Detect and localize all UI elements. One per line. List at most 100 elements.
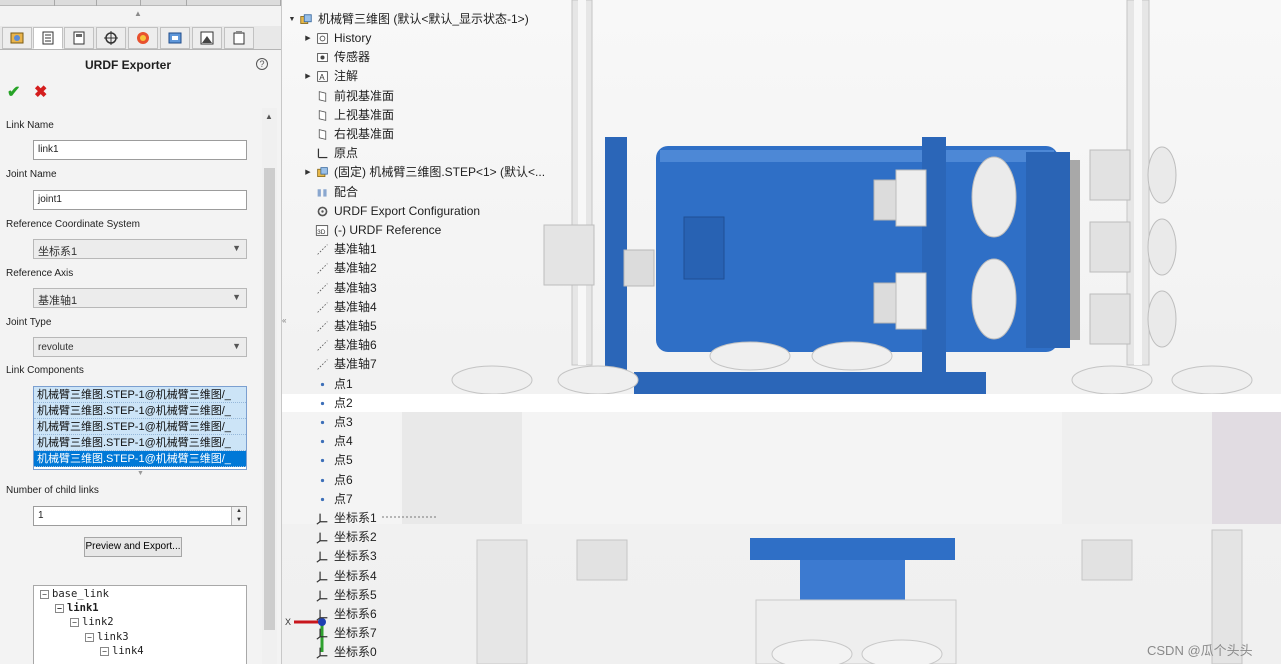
tree-item[interactable]: 基准轴2 [302, 259, 377, 278]
tree-item[interactable]: 坐标系2 [302, 528, 377, 547]
tree-node-link4[interactable]: − link4 [100, 644, 144, 658]
resize-grip-icon[interactable]: ▼ [137, 470, 144, 477]
tree-item[interactable]: 坐标系6 [302, 605, 377, 624]
tree-item-label: 坐标系2 [334, 530, 377, 545]
tree-item-label: 坐标系1 [334, 511, 377, 525]
preview-and-export-button[interactable]: Preview and Export... [84, 537, 182, 557]
reference-axis-select[interactable]: 基准轴1 ▼ [33, 288, 247, 308]
tree-item-label: 基准轴7 [334, 357, 377, 372]
link-components-list[interactable]: 机械臂三维图.STEP-1@机械臂三维图/_ 机械臂三维图.STEP-1@机械臂… [33, 386, 247, 470]
scrollbar-thumb[interactable] [264, 168, 275, 630]
ok-button[interactable]: ✔ [7, 82, 20, 102]
child-links-stepper[interactable]: 1 ▲ ▼ [33, 506, 247, 526]
collapse-box-icon[interactable]: − [100, 646, 109, 656]
plane-icon [314, 88, 330, 104]
tree-item[interactable]: 配合 [302, 183, 358, 202]
tree-item[interactable]: 基准轴6 [302, 336, 377, 355]
configuration-manager-tab-icon[interactable] [96, 27, 126, 49]
collapse-box-icon[interactable]: − [70, 617, 79, 627]
tree-item[interactable]: 上视基准面 [302, 106, 394, 125]
list-item[interactable]: 机械臂三维图.STEP-1@机械臂三维图/_ [34, 403, 246, 419]
tree-item[interactable]: 点3 [302, 413, 353, 432]
display-states-tab-icon[interactable] [160, 27, 190, 49]
tree-item[interactable]: ▶ History [302, 29, 371, 48]
reference-axis-label: Reference Axis [6, 268, 74, 279]
tree-item[interactable]: 基准轴4 [302, 298, 377, 317]
tree-item-label: 点2 [334, 395, 353, 410]
tree-item[interactable]: 坐标系7 [302, 624, 377, 643]
tree-node-link2[interactable]: − link2 [70, 615, 114, 629]
tree-item[interactable]: 右视基准面 [302, 125, 394, 144]
tree-item[interactable]: 坐标系4 [302, 567, 377, 586]
dimxpert-tab-icon[interactable] [128, 27, 158, 49]
property-manager-tab-icon[interactable] [64, 27, 94, 49]
list-item[interactable]: 机械臂三维图.STEP-1@机械臂三维图/_ [34, 419, 246, 435]
expand-arrow-icon[interactable]: ▶ [302, 67, 314, 86]
tree-item[interactable]: 点1 [302, 375, 353, 394]
cancel-button[interactable]: ✖ [34, 82, 47, 102]
coordinate-system-icon [314, 626, 330, 642]
tree-item[interactable]: 基准轴5 [302, 317, 377, 336]
plane-icon [314, 107, 330, 123]
origin-icon [314, 146, 330, 162]
tree-item-label: 上视基准面 [334, 107, 395, 122]
link-name-label: Link Name [6, 120, 54, 131]
watermark: CSDN @瓜个头头 [1147, 643, 1253, 658]
annotation-icon: A [314, 69, 330, 85]
collapse-box-icon[interactable]: − [55, 603, 64, 613]
tree-item[interactable]: 传感器 [302, 48, 370, 67]
tree-item[interactable]: ▶ (固定) 机械臂三维图.STEP<1> (默认<... [302, 163, 545, 182]
list-item[interactable]: 机械臂三维图.STEP-1@机械臂三维图/_ [34, 387, 246, 403]
tree-node-base-link[interactable]: − base_link [40, 587, 109, 601]
tree-root[interactable]: ▼ 机械臂三维图 (默认<默认_显示状态-1>) [286, 10, 529, 29]
tree-item[interactable]: URDF Export Configuration [302, 202, 480, 221]
link-name-input[interactable]: link1 [33, 140, 247, 160]
tree-item[interactable]: 坐标系3 [302, 547, 377, 566]
property-manager-scrollbar[interactable]: ▲ [262, 108, 277, 664]
stepper-arrows-icon[interactable]: ▲ ▼ [231, 507, 246, 525]
reference-coordinate-select[interactable]: 坐标系1 ▼ [33, 239, 247, 259]
svg-text:3D: 3D [317, 229, 326, 236]
help-icon[interactable]: ? [256, 58, 268, 70]
appearance-tab-icon[interactable] [192, 27, 222, 49]
tree-item[interactable]: 点5 [302, 451, 353, 470]
tree-item[interactable]: 基准轴7 [302, 355, 377, 374]
tree-item[interactable]: 3D (-) URDF Reference [302, 221, 441, 240]
collapse-box-icon[interactable]: − [40, 589, 49, 599]
joint-name-input[interactable]: joint1 [33, 190, 247, 210]
expand-arrow-icon[interactable]: ▶ [302, 29, 314, 48]
tree-item[interactable]: 坐标系0 [302, 643, 377, 662]
part-icon [314, 165, 330, 181]
tree-item[interactable]: ▶ A 注解 [302, 67, 358, 86]
tree-item[interactable]: 点4 [302, 432, 353, 451]
tree-item[interactable]: 基准轴1 [302, 240, 377, 259]
collapse-arrow-icon[interactable]: ▼ [286, 10, 298, 29]
tree-item[interactable]: 点7 [302, 490, 353, 509]
link-tree[interactable]: − base_link − link1 − link2 − link3 − link4 [33, 585, 247, 664]
display-manager-tab-icon[interactable] [2, 27, 32, 49]
tree-item[interactable]: 坐标系5 [302, 586, 377, 605]
collapse-panel-icon[interactable]: ▲ [134, 9, 142, 18]
tree-item-label: 坐标系3 [334, 549, 377, 564]
tree-item[interactable]: 原点 [302, 144, 358, 163]
tree-node-link1[interactable]: − link1 [55, 601, 99, 615]
collapse-box-icon[interactable]: − [85, 632, 94, 642]
tree-item[interactable]: 坐标系1 [302, 509, 377, 528]
manager-tab-bar [0, 26, 281, 50]
tree-item[interactable]: 点6 [302, 471, 353, 490]
list-item[interactable]: 机械臂三维图.STEP-1@机械臂三维图/_ [34, 435, 246, 451]
scroll-up-icon[interactable]: ▲ [265, 112, 273, 121]
feature-manager-tab-icon[interactable] [33, 27, 63, 49]
tree-item[interactable]: 基准轴3 [302, 279, 377, 298]
tree-item[interactable]: 点2 [302, 394, 353, 413]
tree-node-link3[interactable]: − link3 [85, 630, 129, 644]
expand-arrow-icon[interactable]: ▶ [302, 163, 314, 182]
tree-item-label: (固定) 机械臂三维图.STEP<1> (默认<... [334, 165, 546, 180]
tree-item[interactable]: 前视基准面 [302, 87, 394, 106]
custom-properties-tab-icon[interactable] [224, 27, 254, 49]
list-item-selected[interactable]: 机械臂三维图.STEP-1@机械臂三维图/_ [34, 451, 246, 467]
feature-manager-tree[interactable]: ▼ 机械臂三维图 (默认<默认_显示状态-1>) ▶ History 传感器 ▶ A 注解… [282, 0, 572, 664]
joint-type-select[interactable]: revolute ▼ [33, 337, 247, 357]
coordinate-system-icon [314, 549, 330, 565]
panel-splitter-handle[interactable]: « [282, 316, 290, 344]
